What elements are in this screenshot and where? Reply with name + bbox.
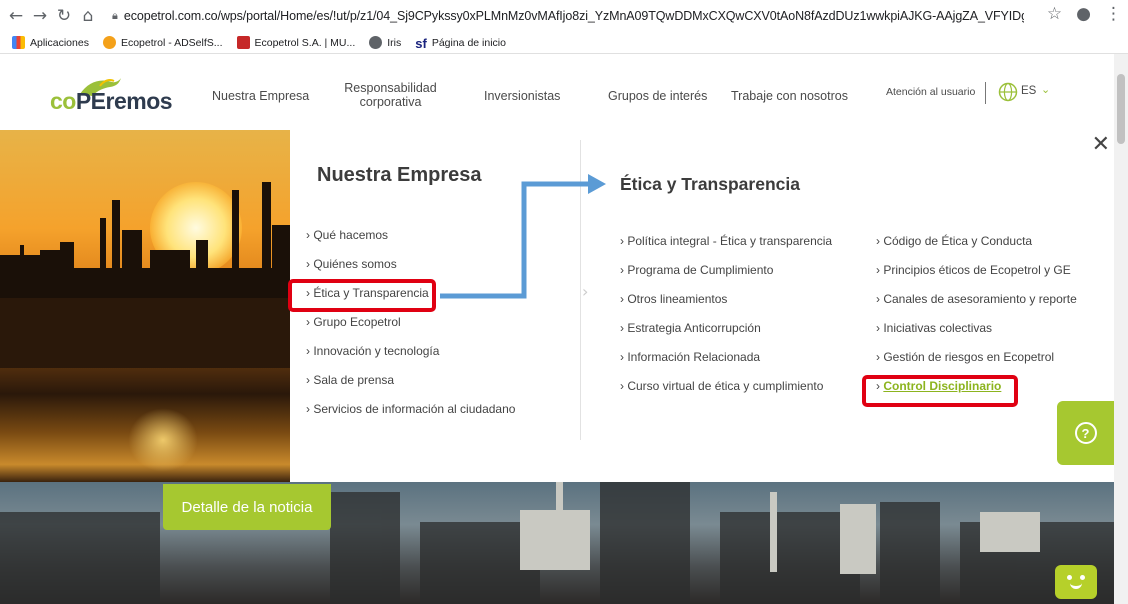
bookmark-apps[interactable]: Aplicaciones bbox=[12, 36, 89, 49]
nav-inversionistas[interactable]: Inversionistas bbox=[484, 89, 560, 103]
submenu-title: Ética y Transparencia bbox=[620, 174, 800, 194]
nav-nuestra-empresa[interactable]: Nuestra Empresa bbox=[212, 89, 309, 103]
sun-reflection bbox=[128, 408, 198, 472]
ecopetrol-logo[interactable]: coPEremos bbox=[44, 78, 174, 118]
submenu-item-politica-integral[interactable]: › Política integral - Ética y transparen… bbox=[620, 234, 832, 263]
menu-item-sala-de-prensa[interactable]: › Sala de prensa bbox=[306, 373, 515, 402]
bookmark-home[interactable]: sf Página de inicio bbox=[415, 36, 506, 51]
nav-responsabilidad-corporativa[interactable]: Responsabilidad corporativa bbox=[338, 81, 443, 109]
question-icon: ? bbox=[1074, 422, 1097, 444]
logo-wordmark: coPEremos bbox=[50, 88, 173, 114]
menu-item-innovacion-y-tecnologia[interactable]: › Innovación y tecnología bbox=[306, 344, 515, 373]
bookmarks-bar: Aplicaciones Ecopetrol - ADSelfS... Ecop… bbox=[0, 32, 1128, 54]
menu-title: Nuestra Empresa bbox=[317, 164, 482, 186]
submenu-item-estrategia-anticorrupcion[interactable]: › Estrategia Anticorrupción bbox=[620, 321, 832, 350]
submenu-item-informacion-relacionada[interactable]: › Información Relacionada bbox=[620, 350, 832, 379]
menu-left-list: › Qué hacemos › Quiénes somos › Ética y … bbox=[306, 228, 515, 431]
nav-atencion-al-usuario[interactable]: Atención al usuario bbox=[886, 86, 975, 98]
reload-icon[interactable]: ↻ bbox=[52, 4, 76, 28]
scrollbar-thumb[interactable] bbox=[1117, 74, 1125, 144]
menu-item-que-hacemos[interactable]: › Qué hacemos bbox=[306, 228, 515, 257]
chat-eye-left bbox=[1067, 575, 1072, 580]
forward-arrow-icon[interactable]: → bbox=[28, 4, 52, 28]
profile-icon[interactable]: ● bbox=[1076, 4, 1091, 24]
kebab-menu-icon[interactable]: ⋮ bbox=[1105, 4, 1122, 24]
annotation-box-control-disciplinario bbox=[862, 375, 1018, 407]
bookmark-iris[interactable]: Iris bbox=[369, 36, 401, 49]
chatbot-button[interactable] bbox=[1055, 565, 1097, 599]
home-icon[interactable]: ⌂ bbox=[76, 4, 100, 28]
submenu-item-otros-lineamientos[interactable]: › Otros lineamientos bbox=[620, 292, 832, 321]
ecopetrol-favicon-icon bbox=[102, 36, 116, 49]
mu-favicon-icon bbox=[236, 36, 250, 49]
chat-smile-icon bbox=[1070, 583, 1082, 589]
nav-grupos-de-interes[interactable]: Grupos de interés bbox=[608, 89, 707, 103]
header-divider bbox=[985, 82, 986, 104]
globe-icon[interactable] bbox=[998, 82, 1018, 102]
chat-eye-right bbox=[1080, 575, 1085, 580]
lock-icon: 🔒︎ bbox=[112, 9, 118, 22]
browser-address-bar: ← → ↻ ⌂ 🔒︎ ecopetrol.com.co/wps/portal/H… bbox=[0, 0, 1128, 32]
language-selector[interactable]: ES bbox=[1021, 85, 1036, 97]
menu-item-servicios-de-informacion[interactable]: › Servicios de información al ciudadano bbox=[306, 402, 515, 431]
menu-divider bbox=[580, 140, 581, 440]
browser-actions: ☆ ● ⋮ bbox=[1047, 4, 1122, 24]
nav-trabaje-con-nosotros[interactable]: Trabaje con nosotros bbox=[731, 89, 848, 103]
close-icon[interactable]: ✕ bbox=[1092, 134, 1110, 156]
site-header: coPEremos Nuestra Empresa Responsabilida… bbox=[0, 54, 1128, 130]
news-detail-button[interactable]: Detalle de la noticia bbox=[163, 484, 331, 530]
apps-grid-icon bbox=[12, 36, 25, 49]
page-scrollbar[interactable] bbox=[1114, 54, 1128, 604]
submenu-item-codigo-etica[interactable]: › Código de Ética y Conducta bbox=[876, 234, 1077, 263]
help-button[interactable]: ? bbox=[1057, 401, 1114, 465]
chevron-right-icon: › bbox=[582, 282, 589, 301]
annotation-box-etica bbox=[288, 279, 436, 312]
refinery-sunset-photo bbox=[0, 130, 290, 482]
submenu-item-iniciativas-colectivas[interactable]: › Iniciativas colectivas bbox=[876, 321, 1077, 350]
url-field[interactable]: ecopetrol.com.co/wps/portal/Home/es/!ut/… bbox=[124, 9, 1024, 23]
back-arrow-icon[interactable]: ← bbox=[4, 4, 28, 28]
menu-item-grupo-ecopetrol[interactable]: › Grupo Ecopetrol bbox=[306, 315, 515, 344]
submenu-item-programa-cumplimiento[interactable]: › Programa de Cumplimiento bbox=[620, 263, 832, 292]
bookmark-mu[interactable]: Ecopetrol S.A. | MU... bbox=[236, 36, 355, 49]
bookmark-adselfservice[interactable]: Ecopetrol - ADSelfS... bbox=[102, 36, 223, 49]
submenu-item-canales-asesoramiento[interactable]: › Canales de asesoramiento y reporte bbox=[876, 292, 1077, 321]
chevron-down-icon[interactable]: ⌄ bbox=[1041, 83, 1050, 96]
submenu-item-principios-eticos[interactable]: › Principios éticos de Ecopetrol y GE bbox=[876, 263, 1077, 292]
globe-icon bbox=[369, 36, 383, 49]
sf-favicon-icon: sf bbox=[415, 36, 427, 51]
submenu-column-1: › Política integral - Ética y transparen… bbox=[620, 234, 832, 408]
star-icon[interactable]: ☆ bbox=[1047, 4, 1062, 24]
submenu-item-curso-virtual[interactable]: › Curso virtual de ética y cumplimiento bbox=[620, 379, 832, 408]
